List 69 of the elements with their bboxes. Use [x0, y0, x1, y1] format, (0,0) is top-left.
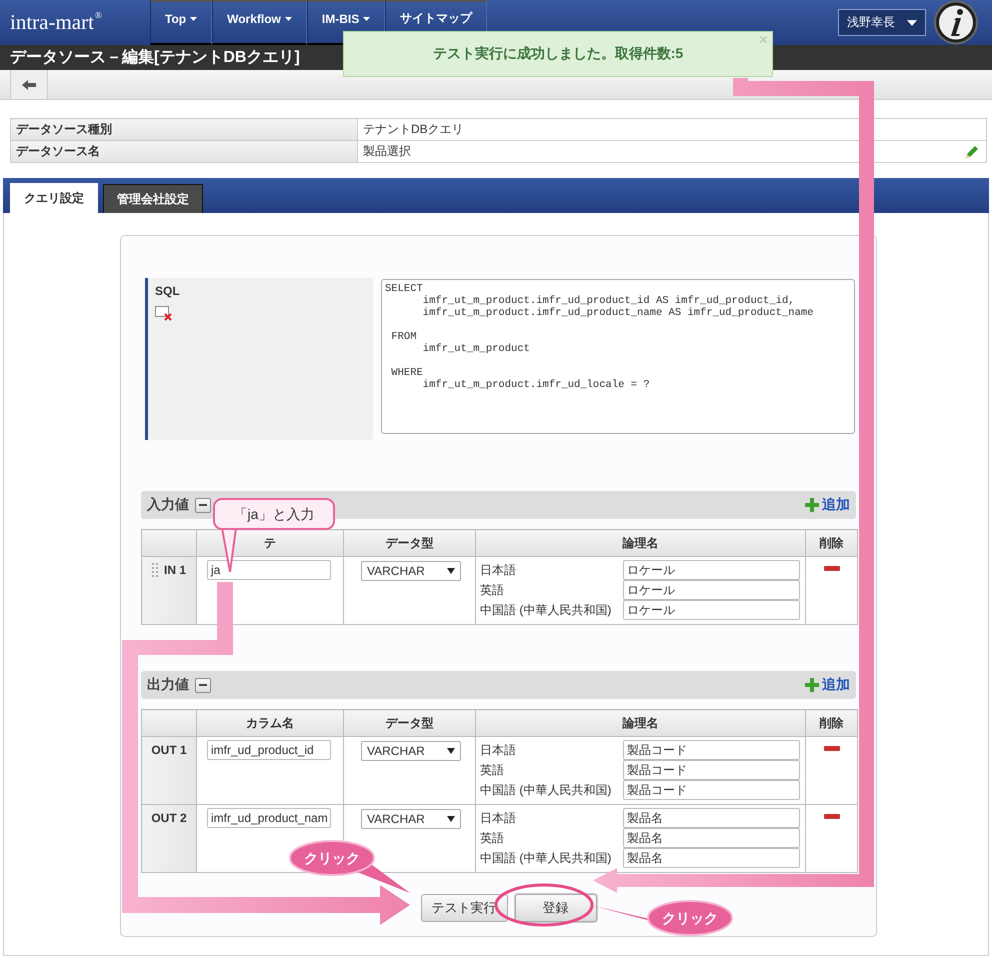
language-label: 日本語	[480, 810, 517, 826]
column-header: 削除	[806, 530, 858, 556]
type-dropdown[interactable]: VARCHAR	[361, 561, 461, 581]
logical-name-field[interactable]: ロケール	[623, 600, 800, 620]
column-header: カラム名	[196, 710, 344, 736]
sql-label: SQL	[155, 284, 180, 298]
language-label: 中国語 (中華人民共和国)	[480, 602, 612, 618]
user-menu[interactable]: 浅野幸長	[838, 9, 926, 36]
collapse-button[interactable]	[195, 498, 211, 512]
row-label: OUT 1	[151, 743, 187, 757]
collapse-button[interactable]	[195, 678, 211, 692]
delete-button[interactable]	[824, 814, 840, 819]
caret-icon	[907, 20, 917, 26]
action-button[interactable]: 登録	[514, 894, 596, 922]
row-label: OUT 2	[151, 811, 187, 825]
logical-name-field[interactable]: 製品コード	[623, 740, 800, 760]
logical-name-field[interactable]: 製品名	[623, 848, 800, 868]
logical-name-field[interactable]: 製品コード	[623, 760, 800, 780]
logical-name-field[interactable]: 製品名	[623, 828, 800, 848]
toast-message: テスト実行に成功しました。取得件数:5	[432, 45, 684, 63]
clear-icon[interactable]	[155, 306, 173, 321]
column-header: データ型	[344, 710, 476, 736]
back-arrow-icon	[22, 80, 36, 90]
column-header: 論理名	[476, 530, 806, 556]
page-title: データソース－編集[テナントDBクエリ]	[10, 48, 300, 68]
language-label: 日本語	[480, 742, 517, 758]
add-button[interactable]: 追加	[805, 496, 850, 514]
field-label: データソース種別	[10, 118, 358, 140]
tab[interactable]: 管理会社設定	[103, 184, 203, 213]
field-value: テナントDBクエリ	[358, 118, 986, 140]
action-button[interactable]: テスト実行	[420, 894, 508, 922]
logical-name-field[interactable]: 製品名	[623, 808, 800, 828]
column-header: データ型	[344, 530, 476, 556]
language-label: 日本語	[480, 562, 517, 578]
back-button[interactable]	[10, 70, 48, 99]
dropdown-arrow-icon	[447, 816, 455, 822]
field-label: データソース名	[10, 140, 358, 162]
brand-logo-icon[interactable]	[932, 0, 980, 45]
language-label: 中国語 (中華人民共和国)	[480, 782, 612, 798]
dropdown-arrow-icon	[447, 748, 455, 754]
column-header: 論理名	[476, 710, 806, 736]
sql-editor-field[interactable]: SELECT imfr_ut_m_product.imfr_ud_product_id AS imfr_ud_product_id, imfr_ut_m_product.imfr_ud_product_name AS imfr_ud_product_name FROM imfr_ut_m_product WHERE imfr_ut_m_product.imfr_ud_locale = ?	[381, 279, 855, 434]
type-dropdown[interactable]: VARCHAR	[361, 809, 461, 829]
delete-button[interactable]	[824, 746, 840, 751]
dropdown-arrow-icon	[447, 568, 455, 574]
logo[interactable]: intra-mart$^{®}$	[10, 10, 102, 35]
logical-name-field[interactable]: ロケール	[623, 560, 800, 580]
language-label: 英語	[480, 582, 505, 598]
language-label: 英語	[480, 762, 505, 778]
click-callout: クリック	[289, 840, 410, 893]
type-dropdown[interactable]: VARCHAR	[361, 741, 461, 761]
drag-handle-icon[interactable]	[152, 563, 158, 577]
row-label: IN 1	[164, 563, 186, 577]
language-label: 中国語 (中華人民共和国)	[480, 850, 612, 866]
section-title: 入力値	[147, 496, 189, 514]
section-title: 出力値	[147, 676, 189, 694]
pencil-icon[interactable]	[965, 144, 980, 159]
input-field[interactable]: imfr_ud_product_id	[207, 740, 331, 760]
add-button[interactable]: 追加	[805, 676, 850, 694]
column-header: 削除	[806, 710, 858, 736]
plus-icon	[805, 498, 819, 512]
logical-name-field[interactable]: ロケール	[623, 580, 800, 600]
language-label: 英語	[480, 830, 505, 846]
plus-icon	[805, 678, 819, 692]
delete-button[interactable]	[824, 566, 840, 571]
input-field[interactable]: imfr_ud_product_nam	[207, 808, 331, 828]
input-field[interactable]: ja	[207, 560, 331, 580]
tab[interactable]: クエリ設定	[10, 183, 98, 213]
logical-name-field[interactable]: 製品コード	[623, 780, 800, 800]
